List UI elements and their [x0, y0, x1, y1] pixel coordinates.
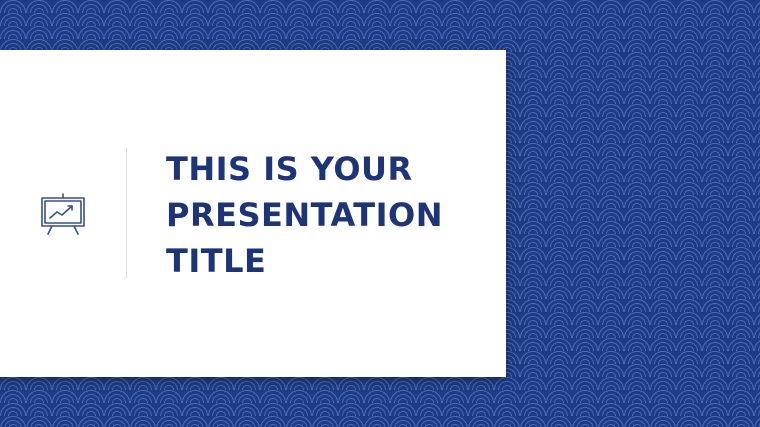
- title-card: THIS IS YOUR PRESENTATION TITLE: [0, 50, 506, 377]
- presentation-title: THIS IS YOUR PRESENTATION TITLE: [166, 150, 443, 280]
- vertical-divider: [126, 148, 127, 278]
- presentation-board-chart-icon: [40, 192, 88, 236]
